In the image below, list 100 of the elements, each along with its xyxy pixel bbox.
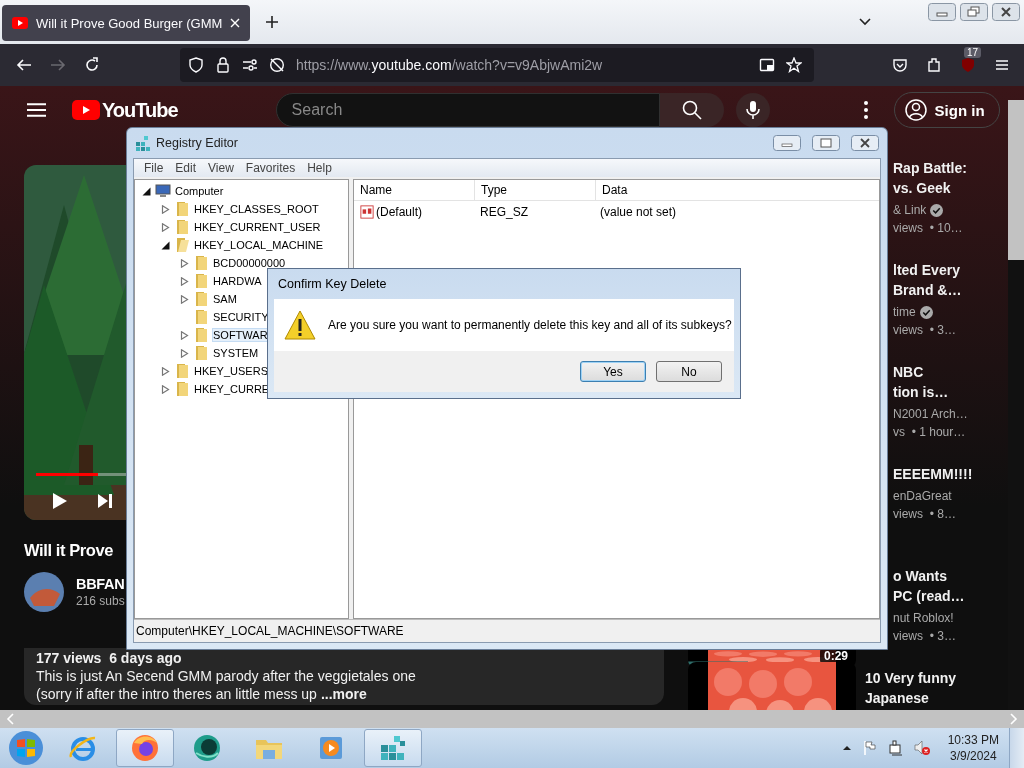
pocket-icon[interactable] [892,57,908,73]
tree-item[interactable]: HKEY_CURRE [194,383,270,395]
address-bar[interactable]: https://www.youtube.com/watch?v=v9AbjwAmi2w [180,48,814,82]
video-title[interactable]: o Wants [893,566,947,586]
menu-item[interactable]: Edit [169,161,203,175]
status-path: Computer\HKEY_LOCAL_MACHINE\SOFTWARE [136,624,404,638]
tab-title: Will it Prove Good Burger (GMM [36,15,222,31]
channel-name[interactable]: N2001 Arch… [893,405,968,423]
start-button[interactable] [8,730,44,766]
tree-item[interactable]: SYSTEM [213,347,259,359]
channel-avatar[interactable] [24,572,64,612]
channel-name[interactable]: enDaGreat [893,487,952,505]
value-name[interactable]: (Default) [376,205,422,219]
tree-item[interactable]: HKEY_USERS [194,365,268,377]
video-title[interactable]: vs. Geek [893,178,951,198]
new-tab-icon[interactable] [266,16,278,28]
shield-icon[interactable] [188,57,204,73]
video-meta: views • 3… [893,628,956,645]
close-icon[interactable] [230,18,240,28]
menu-icon[interactable] [994,57,1010,73]
volume-muted-icon[interactable] [913,740,930,756]
flag-icon[interactable] [861,740,878,756]
more-link[interactable]: ...more [320,685,367,703]
close-button[interactable] [991,3,1021,21]
lock-icon[interactable] [215,57,231,73]
video-title[interactable]: PC (read… [893,586,965,606]
dialog-button[interactable]: No [656,361,722,382]
tree-item[interactable]: SOFTWAR [213,329,268,341]
window-title: Registry Editor [156,136,238,150]
extension-badge: 17 [964,47,982,58]
channel-name[interactable]: nut Roblox! [893,609,954,627]
subscriber-count: 216 subs [76,594,125,608]
microphone-button[interactable] [735,93,770,127]
minimize-button[interactable] [927,3,957,21]
channel-name[interactable]: BBFAN [76,576,125,592]
tree-item[interactable]: HKEY_CLASSES_ROOT [194,203,319,215]
video-title[interactable]: tion is… [893,382,949,402]
video-title[interactable]: EEEEMM!!!! [893,464,973,484]
video-title[interactable]: Rap Battle: [893,158,967,178]
menu-item[interactable]: File [138,161,170,175]
tree-item[interactable]: HARDWA [213,275,262,287]
tree-item[interactable]: HKEY_LOCAL_MACHINE [194,239,323,251]
picture-in-picture-icon[interactable] [759,57,775,73]
play-icon[interactable] [52,492,68,510]
table-cell-text: REG_SZ [479,205,529,219]
globe-icon [192,733,222,763]
column-header[interactable]: Type [475,180,596,200]
dialog-title: Confirm Key Delete [278,277,387,291]
maximize-button[interactable] [810,135,842,151]
tab-list-icon[interactable] [859,18,871,26]
expander-icon[interactable] [142,186,151,196]
video-title[interactable]: Brand &… [893,280,962,300]
permissions-icon[interactable] [242,57,258,73]
video-title[interactable]: lted Every [893,260,960,280]
close-button[interactable] [849,135,881,151]
tree-item[interactable]: HKEY_CURRENT_USER [194,221,321,233]
site-logo[interactable]: YouTube [102,98,178,122]
tree-item[interactable]: SAM [213,293,237,305]
menu-icon[interactable] [27,102,46,118]
video-title[interactable]: NBC [893,362,924,382]
reload-icon[interactable] [84,57,100,73]
blocked-icon[interactable] [269,57,285,73]
next-icon[interactable] [97,493,113,509]
video-stats: 177 views 6 days ago [36,649,182,667]
search-button[interactable] [659,93,724,127]
menu-item[interactable]: Help [301,161,338,175]
expander-icon[interactable] [161,240,170,250]
column-header[interactable]: Data [596,180,879,200]
network-icon[interactable] [887,740,904,756]
tree-item[interactable]: BCD00000000 [213,257,286,269]
video-site-icon [12,17,28,29]
menu-item[interactable]: View [202,161,240,175]
browser-tab[interactable]: Will it Prove Good Burger (GMM [2,5,250,41]
tree-item[interactable]: Computer [175,185,224,197]
channel-name[interactable]: & Link [893,201,927,219]
search-field[interactable]: Search [275,93,660,127]
url-text[interactable]: https://www.youtube.com/watch?v=v9AbjwAmi2w [296,57,748,73]
video-meta: views • 8… [893,506,956,523]
more-icon[interactable] [863,101,868,119]
extensions-icon[interactable] [926,57,942,73]
column-header[interactable]: Name [354,180,475,200]
dialog-button[interactable]: Yes [580,361,646,382]
search-icon [681,100,702,120]
description-box[interactable]: 177 views 6 days ago This is just An Secend GMM parody after the veggietales one (sorry if after the intro theres an little mess up ...more [24,648,664,705]
taskbar-button[interactable] [116,729,174,767]
star-icon[interactable] [786,57,802,73]
minimize-button[interactable] [771,135,803,151]
description-line: This is just An Secend GMM parody after the veggietales one [36,667,416,685]
show-hidden-icons-icon[interactable] [841,745,852,751]
tree-item[interactable]: SECURITY [213,311,269,323]
video-meta: views • 10… [893,220,963,237]
string-value-icon [360,205,374,219]
clock[interactable]: 10:33 PM 3/9/2024 [947,732,999,764]
video-title[interactable]: 10 Very funny [865,668,957,688]
video-title[interactable]: Japanese [865,688,929,708]
back-icon[interactable] [16,57,32,73]
cubes-icon [135,135,151,151]
video-meta: views • 3… [893,322,956,339]
menu-item[interactable]: Favorites [239,161,302,175]
channel-name[interactable]: time [893,303,916,321]
